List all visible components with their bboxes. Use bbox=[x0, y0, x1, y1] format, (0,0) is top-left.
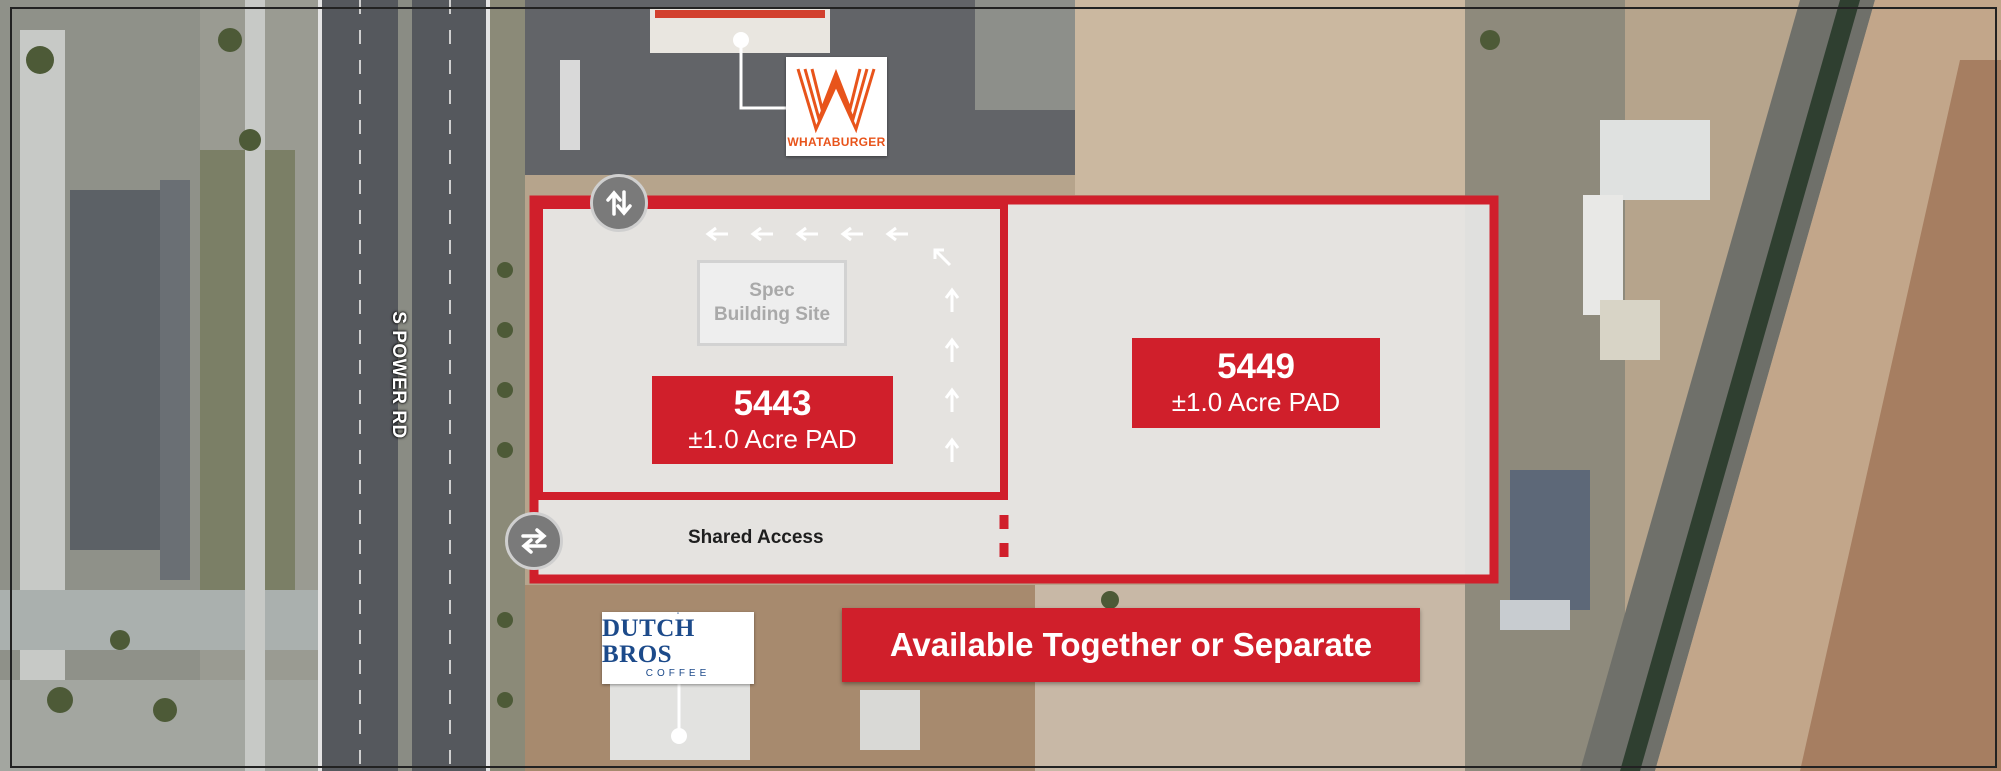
parcel-5449-label: 5449 ±1.0 Acre PAD bbox=[1132, 338, 1380, 428]
road-label: S POWER RD bbox=[378, 300, 418, 450]
parcel-number: 5443 bbox=[733, 384, 812, 423]
availability-text: Available Together or Separate bbox=[889, 626, 1373, 663]
dutch-bros-sub: COFFEE bbox=[645, 668, 711, 679]
direction-arrow-icon bbox=[885, 226, 908, 242]
parcel-size: ±1.0 Acre PAD bbox=[1171, 387, 1341, 417]
dutch-bros-pin bbox=[671, 728, 687, 744]
spec-building-site: Spec Building Site bbox=[697, 260, 847, 346]
dutch-bros-name: DUTCH BROS bbox=[602, 615, 695, 668]
spec-site-line2: Building Site bbox=[713, 304, 831, 325]
whataburger-logo-text: WHATABURGER bbox=[787, 135, 886, 149]
availability-banner: Available Together or Separate bbox=[842, 608, 1420, 682]
shared-access-label: Shared Access bbox=[688, 527, 824, 548]
parcel-5443-label: 5443 ±1.0 Acre PAD bbox=[652, 376, 893, 464]
direction-arrow-icon bbox=[750, 226, 773, 242]
spec-site-line1: Spec bbox=[749, 280, 795, 301]
direction-arrow-icon bbox=[944, 437, 960, 462]
windmill-icon bbox=[677, 612, 679, 614]
whataburger-pointer bbox=[739, 40, 786, 110]
direction-arrow-icon bbox=[944, 287, 960, 312]
road-name: S POWER RD bbox=[388, 311, 409, 439]
vertical-arrows-icon bbox=[606, 190, 632, 216]
direction-arrow-icon bbox=[944, 337, 960, 362]
direction-arrow-icon bbox=[933, 248, 952, 267]
parcel-size: ±1.0 Acre PAD bbox=[688, 424, 857, 454]
parcel-number: 5449 bbox=[1217, 347, 1295, 386]
two-way-traffic-icon bbox=[505, 512, 563, 570]
horizontal-arrows-icon bbox=[521, 528, 547, 554]
direction-arrow-icon bbox=[705, 226, 728, 242]
two-way-traffic-icon bbox=[590, 174, 648, 232]
direction-arrow-icon bbox=[795, 226, 818, 242]
direction-arrow-icon bbox=[840, 226, 863, 242]
aerial-site-map: S POWER RD Spec Building Site 5443 ±1.0 … bbox=[0, 0, 2001, 771]
whataburger-logo: WHATABURGER bbox=[786, 57, 887, 156]
dutch-bros-logo: DUTCH BROS COFFEE bbox=[602, 612, 754, 684]
direction-arrow-icon bbox=[944, 387, 960, 412]
whataburger-pin bbox=[733, 32, 749, 48]
